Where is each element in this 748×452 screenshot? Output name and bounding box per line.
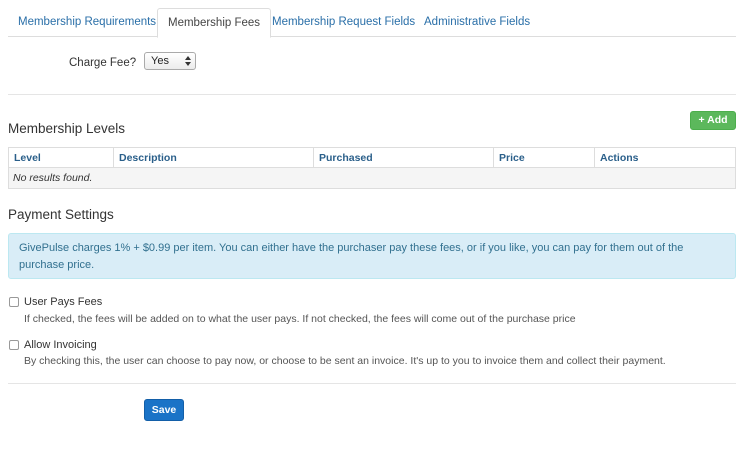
user-pays-fees-help: If checked, the fees will be added on to… [24, 313, 576, 325]
column-header-actions: Actions [594, 148, 735, 168]
fees-info-alert: GivePulse charges 1% + $0.99 per item. Y… [8, 233, 736, 279]
membership-fees-page: Membership Requirements Membership Fees … [0, 0, 748, 452]
tab-membership-requirements[interactable]: Membership Requirements [8, 8, 166, 37]
charge-fee-select[interactable]: Yes [144, 52, 196, 70]
divider [8, 383, 736, 384]
allow-invoicing-help: By checking this, the user can choose to… [24, 355, 666, 367]
save-button[interactable]: Save [144, 399, 184, 421]
tab-membership-fees[interactable]: Membership Fees [157, 8, 272, 38]
membership-levels-title: Membership Levels [8, 121, 126, 136]
tab-bar: Membership Requirements Membership Fees … [8, 8, 736, 38]
allow-invoicing-label[interactable]: Allow Invoicing [24, 339, 97, 352]
plus-icon: + [698, 114, 705, 126]
user-pays-fees-checkbox[interactable] [9, 297, 19, 307]
add-membership-level-button[interactable]: + Add [690, 111, 736, 130]
table-row: No results found. [9, 168, 735, 188]
add-button-label: Add [707, 114, 728, 126]
column-header-level[interactable]: Level [9, 148, 113, 168]
membership-levels-table: Level Description Purchased Price Action… [8, 147, 736, 189]
empty-results-text: No results found. [13, 172, 93, 184]
column-header-price[interactable]: Price [493, 148, 594, 168]
column-header-purchased[interactable]: Purchased [313, 148, 493, 168]
table-header: Level Description Purchased Price Action… [9, 148, 735, 168]
column-header-description[interactable]: Description [113, 148, 313, 168]
select-arrows-icon [185, 56, 191, 66]
user-pays-fees-label[interactable]: User Pays Fees [24, 296, 102, 309]
tab-administrative-fields[interactable]: Administrative Fields [414, 8, 540, 37]
tab-membership-request-fields[interactable]: Membership Request Fields [262, 8, 425, 37]
charge-fee-label: Charge Fee? [69, 57, 137, 69]
allow-invoicing-checkbox[interactable] [9, 340, 19, 350]
divider [8, 94, 736, 95]
payment-settings-title: Payment Settings [8, 207, 114, 222]
charge-fee-selected-value: Yes [151, 55, 169, 67]
